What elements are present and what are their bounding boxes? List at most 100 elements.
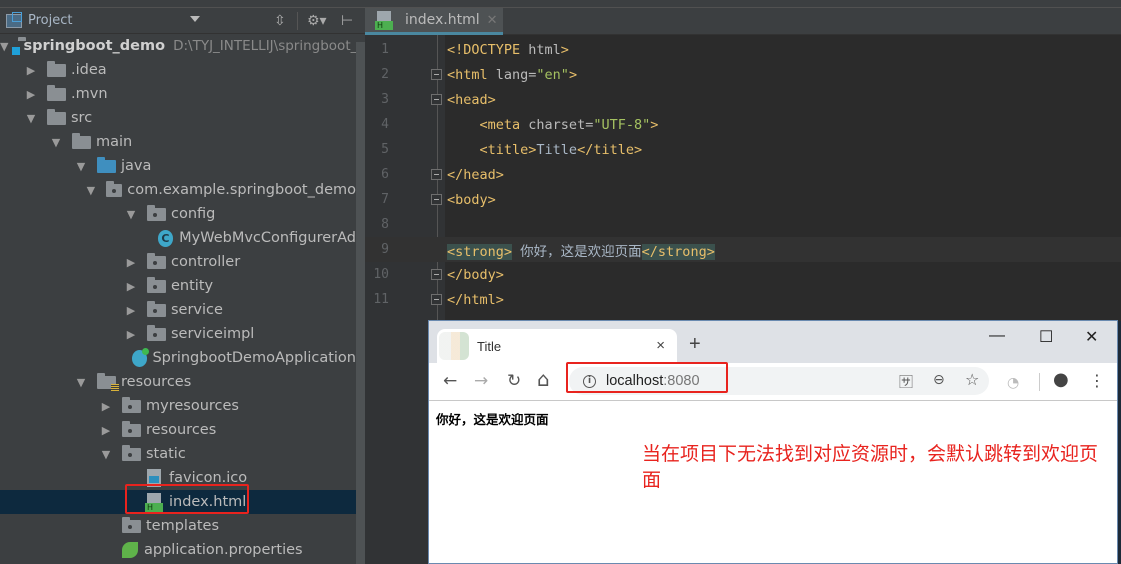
tree-item[interactable]: C MyWebMvcConfigurerAd <box>0 226 356 250</box>
maximize-button[interactable]: ☐ <box>1039 327 1053 347</box>
project-view-label[interactable]: Project <box>28 13 72 28</box>
chevron-down-icon[interactable] <box>190 16 200 22</box>
close-tab-icon[interactable]: × <box>656 337 665 354</box>
hide-panel-icon[interactable]: ⊢ <box>341 13 353 29</box>
back-button[interactable]: ← <box>443 371 457 391</box>
collapsed-arrow-icon[interactable]: ▶ <box>125 256 137 269</box>
code-line[interactable]: 4 <meta charset="UTF-8"> <box>365 112 1121 137</box>
toolbar-divider <box>1039 373 1040 391</box>
project-scrollbar[interactable] <box>356 42 365 564</box>
code-line[interactable]: 9 <strong> 你好，这是欢迎页面</strong> <box>365 237 1121 262</box>
editor-tab-bar: index.html ✕ <box>365 8 1121 35</box>
tree-item[interactable]: ▶ .mvn <box>0 82 356 106</box>
collapsed-arrow-icon[interactable]: ▶ <box>125 280 137 293</box>
expanded-arrow-icon[interactable]: ▼ <box>125 208 137 221</box>
line-number: 5 <box>381 142 389 157</box>
tree-item-label: static <box>146 446 186 462</box>
package-icon <box>147 276 166 293</box>
package-icon <box>122 516 141 533</box>
expanded-arrow-icon[interactable]: ▼ <box>75 376 87 389</box>
tree-item[interactable]: ▼ springboot_demo D:\TYJ_INTELLIJ\springbo… <box>0 34 356 58</box>
collapsed-arrow-icon[interactable]: ▶ <box>125 328 137 341</box>
tree-item[interactable]: ▼ java <box>0 154 356 178</box>
fold-marker-icon[interactable] <box>431 294 442 305</box>
tree-item[interactable]: ▶ entity <box>0 274 356 298</box>
menu-icon[interactable]: ⋮ <box>1089 371 1105 391</box>
zoom-out-icon[interactable]: ⊖ <box>933 372 945 388</box>
fold-marker-icon[interactable] <box>431 194 442 205</box>
tree-item[interactable]: ▼ config <box>0 202 356 226</box>
tree-item[interactable]: ▶ myresources <box>0 394 356 418</box>
code-line[interactable]: 2 <html lang="en"> <box>365 62 1121 87</box>
tree-item[interactable]: ▼ src <box>0 106 356 130</box>
close-icon[interactable]: ✕ <box>487 13 498 28</box>
code-line[interactable]: 11 </html> <box>365 287 1121 312</box>
code-line[interactable]: 8 <box>365 212 1121 237</box>
annotation-text: 当在项目下无法找到对应资源时，会默认跳转到欢迎页面 <box>642 443 1099 491</box>
tree-item[interactable]: application.properties <box>0 538 356 562</box>
reload-button[interactable]: ↻ <box>507 371 521 391</box>
expanded-arrow-icon[interactable]: ▼ <box>100 448 112 461</box>
collapsed-arrow-icon[interactable]: ▶ <box>100 424 112 437</box>
tree-item-label: application.properties <box>144 542 303 558</box>
fold-marker-icon[interactable] <box>431 69 442 80</box>
collapsed-arrow-icon[interactable]: ▶ <box>100 400 112 413</box>
fold-marker-icon[interactable] <box>431 169 442 180</box>
tree-item[interactable]: SpringbootDemoApplication <box>0 346 356 370</box>
tab-index-html[interactable]: index.html ✕ <box>365 8 503 35</box>
expanded-arrow-icon[interactable]: ▼ <box>86 184 96 197</box>
package-icon <box>105 180 123 197</box>
tree-item-label: com.example.springboot_demo <box>127 182 356 198</box>
expanded-arrow-icon[interactable]: ▼ <box>0 40 8 53</box>
profile-icon[interactable]: ● <box>1053 370 1069 390</box>
tree-item[interactable]: ▶ service <box>0 298 356 322</box>
package-icon <box>147 252 166 269</box>
star-icon[interactable]: ☆ <box>965 370 979 389</box>
collapsed-arrow-icon[interactable]: ▶ <box>25 88 37 101</box>
close-window-button[interactable]: ✕ <box>1085 327 1098 347</box>
forward-button[interactable]: → <box>474 371 488 391</box>
project-path: D:\TYJ_INTELLIJ\springboot_d <box>173 38 356 54</box>
folder-icon <box>72 132 91 149</box>
expanded-arrow-icon[interactable]: ▼ <box>75 160 87 173</box>
code-line[interactable]: 10 </body> <box>365 262 1121 287</box>
tree-item[interactable]: ▶ .idea <box>0 58 356 82</box>
top-toolbar-strip <box>0 0 1121 8</box>
browser-tab[interactable]: Title × <box>437 329 677 363</box>
collapsed-arrow-icon[interactable]: ▶ <box>25 64 37 77</box>
expanded-arrow-icon[interactable]: ▼ <box>50 136 62 149</box>
code-line[interactable]: 6 </head> <box>365 162 1121 187</box>
tree-item-label: src <box>71 110 93 126</box>
collapse-all-icon[interactable]: ⇳ <box>274 13 286 29</box>
expanded-arrow-icon[interactable]: ▼ <box>25 112 37 125</box>
fold-marker-icon[interactable] <box>431 269 442 280</box>
translate-icon[interactable]: 🈂 <box>899 372 913 392</box>
tree-item[interactable]: ▼ static <box>0 442 356 466</box>
package-icon <box>122 420 141 437</box>
code-text: </html> <box>447 291 504 308</box>
tree-item-label: resources <box>146 422 217 438</box>
minimize-button[interactable]: — <box>989 327 1005 345</box>
tree-item[interactable]: ▼ com.example.springboot_demo <box>0 178 356 202</box>
tree-item[interactable]: templates <box>0 514 356 538</box>
code-line[interactable]: 5 <title>Title</title> <box>365 137 1121 162</box>
new-tab-button[interactable]: + <box>689 333 701 356</box>
package-icon <box>147 300 166 317</box>
tree-item[interactable]: ▶ serviceimpl <box>0 322 356 346</box>
gear-icon[interactable]: ⚙▾ <box>307 13 327 29</box>
home-button[interactable]: ⌂ <box>537 369 550 389</box>
tree-item[interactable]: ▼ resources <box>0 370 356 394</box>
tree-item[interactable]: ▶ resources <box>0 418 356 442</box>
code-line[interactable]: 1 <!DOCTYPE html> <box>365 37 1121 62</box>
tree-item-label: controller <box>171 254 241 270</box>
collapsed-arrow-icon[interactable]: ▶ <box>125 304 137 317</box>
extension-icon[interactable]: ◔ <box>1007 373 1019 393</box>
fold-marker-icon[interactable] <box>431 94 442 105</box>
tree-item[interactable]: ▼ main <box>0 130 356 154</box>
code-line[interactable]: 7 <body> <box>365 187 1121 212</box>
code-line[interactable]: 3 <head> <box>365 87 1121 112</box>
browser-content: 你好，这是欢迎页面 当在项目下无法找到对应资源时，会默认跳转到欢迎页面 <box>429 401 1117 563</box>
tree-item-label: .mvn <box>71 86 108 102</box>
tree-item[interactable]: ▶ controller <box>0 250 356 274</box>
resources-folder-icon <box>97 372 119 391</box>
